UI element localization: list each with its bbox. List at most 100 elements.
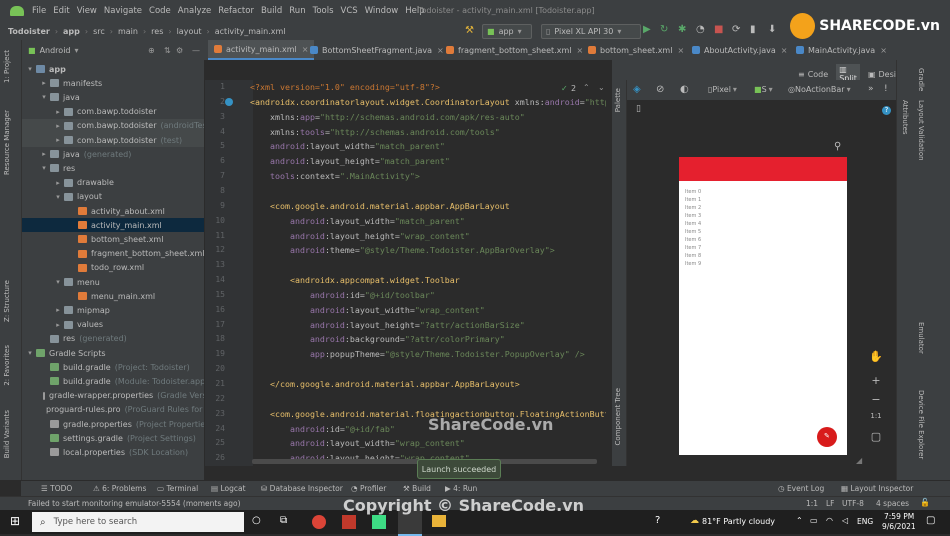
zoom-in-icon[interactable]: + [866,374,886,390]
breadcrumb-file[interactable]: activity_main.xml [215,27,286,36]
tree-folder-item[interactable]: ▾ app [22,62,204,76]
close-icon[interactable]: × [781,46,788,55]
chevron-down-icon[interactable]: ▾ [54,278,62,286]
phone-preview[interactable] [679,157,847,455]
cortana-icon[interactable]: ○ [252,515,261,526]
tree-folder-item[interactable]: build.gradle (Module: Todoister.app) [22,374,204,388]
theme-select[interactable]: ◎ NoActionBar ▾ [788,85,851,94]
tool-window-build-variants[interactable]: Build Variants [3,410,11,458]
code-line[interactable]: android:layout_width="wrap_content" [250,438,465,448]
code-line[interactable]: android:background="?attr/colorPrimary" [250,334,505,344]
breadcrumb-src[interactable]: src [93,27,105,36]
avd-manager-icon[interactable]: ▮ [750,24,756,35]
caret-position[interactable]: 1:1 [806,499,818,508]
orientation-icon[interactable]: ▯ [636,104,641,114]
breadcrumb-module[interactable]: app [63,27,80,36]
tree-folder-item[interactable]: ▾ java [22,90,204,104]
taskbar-search[interactable]: ⌕ Type here to search [32,512,244,532]
android-studio-icon[interactable] [372,515,386,529]
network-icon[interactable]: ▭ [810,516,818,525]
chevron-right-icon[interactable]: ▸ [54,122,62,130]
chevron-right-icon[interactable]: ▸ [54,321,62,329]
menu-window[interactable]: Window [365,6,399,16]
chrome-icon[interactable] [312,515,326,529]
status-message[interactable]: Failed to start monitoring emulator-5554… [28,499,241,508]
tree-folder-item[interactable]: ▸ manifests [22,76,204,90]
menu-refactor[interactable]: Refactor [218,6,254,16]
pan-hand-icon[interactable]: ✋ [866,350,886,366]
tool-window-favorites[interactable]: 2: Favorites [3,345,11,386]
code-line[interactable]: <com.google.android.material.appbar.AppB… [250,201,510,211]
tree-folder-item[interactable]: gradle.properties(Project Properties) [22,417,204,431]
chevron-up-icon[interactable]: ⌃ [583,83,590,92]
menu-run[interactable]: Run [289,6,305,16]
chevron-right-icon[interactable]: ▸ [54,179,62,187]
tab-activity-main-xml[interactable]: activity_main.xml × [208,40,315,60]
chevron-right-icon[interactable]: ▸ [54,306,62,314]
tree-file-item[interactable]: activity_about.xml [22,204,204,218]
tree-folder-item[interactable]: ▸ values [22,318,204,332]
clock-time[interactable]: 7:59 PM [884,512,914,521]
close-icon[interactable]: × [880,46,887,55]
volume-icon[interactable]: ◁ [842,516,848,525]
tree-folder-item[interactable]: res (generated) [22,332,204,346]
breadcrumb-project[interactable]: Todoister [8,27,50,36]
tool-window-device-file-explorer[interactable]: Device File Explorer [917,390,925,459]
tool-window-build[interactable]: ⚒ Build [403,484,431,493]
run-icon[interactable]: ▶ [643,24,651,35]
device-preview-select[interactable]: ▯ Pixel ▾ [708,85,737,94]
app-icon[interactable] [342,515,356,529]
layout-preview-gutter-icon[interactable] [225,98,233,106]
resize-handle-icon[interactable]: ◢ [856,456,862,465]
tree-folder-item[interactable]: ▾ Gradle Scripts [22,346,204,360]
line-separator[interactable]: LF [826,499,835,508]
chevron-right-icon[interactable]: ▸ [40,150,48,158]
menu-file[interactable]: File [32,6,46,16]
tree-file-item[interactable]: activity_main.xml [22,218,204,233]
tool-window-run[interactable]: ▶ 4: Run [445,484,477,493]
tool-window-database-inspector[interactable]: ⛁ Database Inspector [261,484,343,493]
language-indicator[interactable]: ENG [857,517,873,526]
menu-analyze[interactable]: Analyze [178,6,212,16]
design-surface-icon[interactable]: ◈ [633,84,641,95]
menu-vcs[interactable]: VCS [341,6,358,16]
collapse-icon[interactable]: ⇅ [164,46,171,55]
hammer-build-icon[interactable]: ⚒ [465,25,474,36]
project-view-select[interactable]: Android [40,46,71,55]
lock-icon[interactable]: 🔓 [920,498,930,507]
file-encoding[interactable]: UTF-8 [842,499,864,508]
chevron-right-icon[interactable]: ▸ [40,79,48,87]
tree-folder-item[interactable]: ▸ java (generated) [22,147,204,161]
tree-file-item[interactable]: todo_row.xml [22,261,204,275]
tool-window-attributes[interactable]: Attributes [901,100,909,135]
palette-tab[interactable]: Palette [614,88,622,112]
tree-folder-item[interactable]: ▸ mipmap [22,303,204,317]
code-line[interactable]: android:theme="@style/Theme.Todoister.Ap… [250,245,555,255]
tree-folder-item[interactable]: ▸ com.bawp.todoister (test) [22,133,204,147]
code-line[interactable]: app:popupTheme="@style/Theme.Todoister.P… [250,349,585,359]
tool-window-emulator[interactable]: Emulator [917,322,925,354]
tray-chevron-icon[interactable]: ⌃ [796,516,803,525]
menu-navigate[interactable]: Navigate [104,6,142,16]
debug-icon[interactable]: ✱ [678,24,686,35]
breadcrumb-main[interactable]: main [118,27,138,36]
tool-window-project[interactable]: 1: Project [3,50,11,83]
chevron-down-icon[interactable]: ⌄ [598,83,605,92]
menu-tools[interactable]: Tools [313,6,334,16]
code-line[interactable]: android:layout_width="match_parent" [250,216,465,226]
zoom-out-icon[interactable]: − [866,393,886,409]
chevron-down-icon[interactable]: ▾ [54,193,62,201]
help-icon[interactable]: ? [882,106,891,115]
tree-folder-item[interactable]: ▾ res [22,161,204,175]
sync-icon[interactable]: ⟳ [732,24,740,35]
zoom-1to1-button[interactable]: 1:1 [866,412,886,428]
more-options-icon[interactable]: » [868,84,874,94]
clock-date[interactable]: 9/6/2021 [882,522,916,531]
sdk-manager-icon[interactable]: ⬇ [768,24,776,35]
tree-file-item[interactable]: fragment_bottom_sheet.xml [22,247,204,261]
chevron-right-icon[interactable]: ▸ [54,136,62,144]
chevron-down-icon[interactable]: ▾ [26,349,34,357]
component-tree-tab[interactable]: Component Tree [614,388,622,445]
tool-window-problems[interactable]: ⚠ 6: Problems [93,484,146,493]
profile-icon[interactable]: ◔ [696,24,705,35]
